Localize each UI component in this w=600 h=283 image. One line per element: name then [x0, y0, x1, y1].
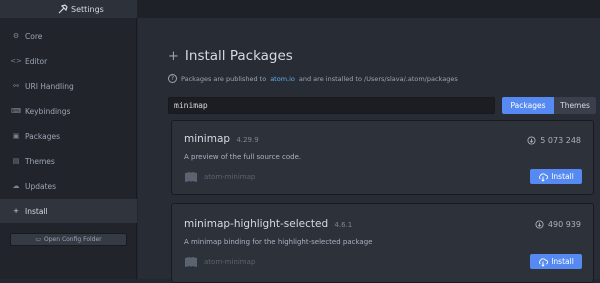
- sidebar: ⚙ Core <> Editor ⚯ URI Handling ⌨ Keybin…: [0, 18, 137, 279]
- package-name-row: minimap 4.29.9: [184, 133, 259, 145]
- sidebar-item-label: Themes: [25, 156, 55, 166]
- sidebar-item-label: URI Handling: [25, 81, 74, 91]
- keyboard-icon: ⌨: [10, 107, 22, 115]
- link-icon: ⚯: [13, 82, 19, 90]
- package-name[interactable]: minimap-highlight-selected: [184, 218, 328, 230]
- package-description: A minimap binding for the highlight-sele…: [184, 238, 373, 246]
- cloud-download-icon: [527, 136, 536, 145]
- sidebar-item-editor[interactable]: <> Editor: [0, 49, 137, 73]
- sidebar-item-label: Editor: [25, 56, 48, 66]
- package-owner: atom-minimap: [184, 170, 255, 184]
- package-owner: atom-minimap: [184, 255, 255, 269]
- package-version: 4.6.1: [334, 221, 353, 229]
- themes-toggle-button[interactable]: Themes: [554, 97, 596, 114]
- info-prefix: Packages are published to: [181, 74, 267, 83]
- atom-io-link[interactable]: atom.io: [270, 75, 295, 83]
- page-title-text: Install Packages: [184, 48, 293, 64]
- sidebar-item-uri-handling[interactable]: ⚯ URI Handling: [0, 74, 137, 98]
- package-owner-name[interactable]: atom-minimap: [204, 258, 255, 266]
- plus-icon: +: [13, 207, 19, 215]
- tab-settings[interactable]: Settings: [0, 0, 137, 18]
- package-card: minimap-highlight-selected 4.6.1 A minim…: [171, 203, 594, 283]
- sidebar-item-keybindings[interactable]: ⌨ Keybindings: [0, 99, 137, 123]
- packages-toggle-button[interactable]: Packages: [502, 97, 554, 114]
- cloud-download-icon: ☁: [12, 182, 20, 190]
- open-config-folder-button[interactable]: ▭ Open Config Folder: [10, 233, 127, 246]
- settings-icon: ⚙: [12, 32, 20, 40]
- sidebar-item-updates[interactable]: ☁ Updates: [0, 174, 137, 198]
- package-description: A preview of the full source code.: [184, 153, 302, 161]
- package-card: minimap 4.29.9 A preview of the full sou…: [171, 120, 594, 195]
- tab-title: Settings: [71, 4, 104, 14]
- install-info: ? Packages are published to atom.io and …: [168, 74, 458, 83]
- package-name-row: minimap-highlight-selected 4.6.1: [184, 218, 352, 230]
- sidebar-item-packages[interactable]: ▣ Packages: [0, 124, 137, 148]
- package-name[interactable]: minimap: [184, 133, 230, 145]
- download-count: 5 073 248: [527, 136, 581, 145]
- cloud-download-icon: [535, 220, 544, 229]
- install-label: Install: [551, 172, 574, 181]
- package-type-toggle: Packages Themes: [502, 97, 596, 114]
- sidebar-item-label: Packages: [25, 131, 60, 141]
- download-count: 490 939: [535, 220, 581, 229]
- sidebar-item-label: Install: [25, 206, 48, 216]
- sidebar-item-themes[interactable]: ▤ Themes: [0, 149, 137, 173]
- question-icon: ?: [168, 74, 177, 83]
- cloud-download-icon: [539, 172, 549, 182]
- package-icon: ▣: [12, 132, 20, 140]
- download-count-value: 5 073 248: [540, 136, 581, 145]
- download-count-value: 490 939: [547, 220, 581, 229]
- sidebar-item-label: Keybindings: [25, 106, 71, 116]
- install-button[interactable]: Install: [530, 169, 582, 184]
- book-icon: [185, 257, 197, 267]
- search-input[interactable]: minimap: [168, 97, 495, 114]
- tools-icon: [58, 4, 68, 14]
- package-owner-name[interactable]: atom-minimap: [204, 173, 255, 181]
- info-suffix: and are installed to /Users/slava/.atom/…: [298, 74, 458, 83]
- page-title: + Install Packages: [168, 48, 293, 64]
- sidebar-item-label: Core: [25, 31, 43, 41]
- paintcan-icon: ▤: [12, 157, 20, 165]
- package-version: 4.29.9: [236, 136, 259, 144]
- file-directory-icon: ▭: [35, 236, 42, 243]
- sidebar-item-install[interactable]: + Install: [0, 199, 137, 223]
- cloud-download-icon: [539, 257, 549, 267]
- sidebar-item-core[interactable]: ⚙ Core: [0, 24, 137, 48]
- plus-icon: +: [168, 48, 179, 64]
- sidebar-item-label: Updates: [25, 181, 57, 191]
- code-icon: <>: [10, 57, 22, 65]
- install-label: Install: [551, 257, 574, 266]
- open-config-folder-label: Open Config Folder: [44, 236, 102, 243]
- install-button[interactable]: Install: [530, 254, 582, 269]
- main-panel: + Install Packages ? Packages are publis…: [138, 18, 600, 283]
- book-icon: [185, 172, 197, 182]
